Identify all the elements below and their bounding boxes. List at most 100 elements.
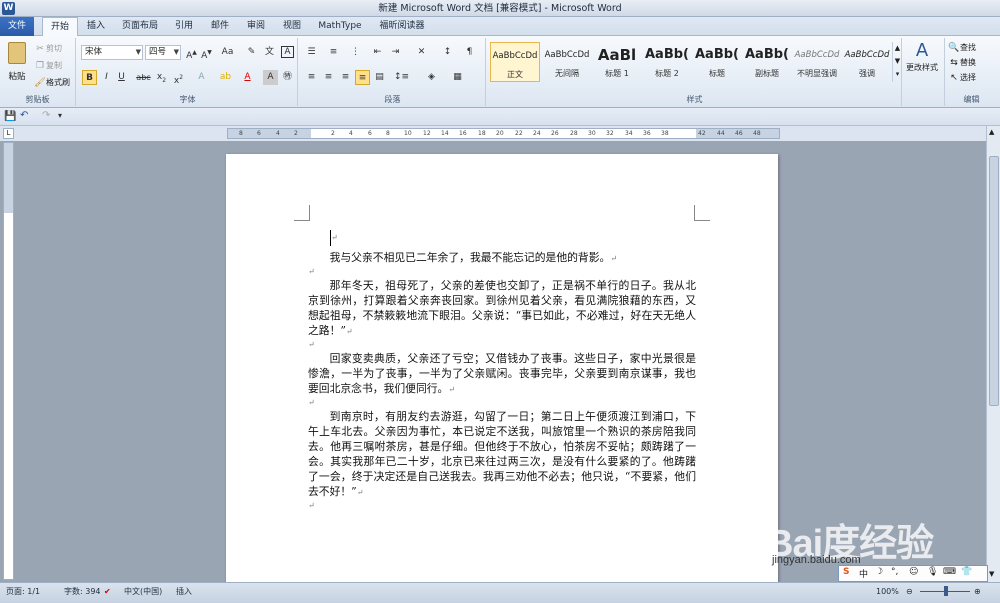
first-empty-line: ↵ [308, 230, 696, 250]
zoom-slider-thumb[interactable] [944, 586, 948, 596]
copy-button[interactable]: ❐ 复制 [34, 58, 62, 73]
tab-home[interactable]: 开始 [42, 17, 78, 37]
decrease-indent-icon[interactable]: ⇤ [370, 45, 385, 60]
find-button[interactable]: 🔍查找 [948, 40, 976, 55]
replace-button[interactable]: ⇆ 替换 [948, 55, 976, 70]
justify-icon[interactable]: ≡ [355, 70, 370, 85]
ime-toolbar[interactable]: S 中 ☽ °, ☺ 🎙 ⌨ 👕 [838, 565, 988, 582]
bullets-icon[interactable]: ☰ [304, 45, 319, 60]
empty-line: ↵ [308, 339, 696, 351]
ime-chinese-icon[interactable]: 中 [859, 567, 868, 580]
scroll-down-icon[interactable]: ▼ [989, 570, 994, 578]
tab-file[interactable]: 文件 [0, 17, 34, 36]
status-insert-mode[interactable]: 插入 [176, 583, 192, 600]
align-right-icon[interactable]: ≡ [338, 70, 353, 85]
font-size-combo[interactable]: 四号 ▼ [145, 45, 181, 60]
vertical-scrollbar[interactable]: ▲ ▼ [986, 126, 1000, 582]
ime-mic-icon[interactable]: 🎙 [927, 567, 938, 577]
phonetic-guide-icon[interactable]: 文 [262, 45, 277, 60]
style-subtle-emphasis[interactable]: AaBbCcDd 不明显强调 [792, 42, 842, 82]
document-page[interactable]: ↵ 我与父亲不相见已二年余了，我最不能忘记的是他的背影。↵ ↵ 那年冬天，祖母死… [226, 154, 778, 594]
sogou-ime-icon[interactable]: S [843, 567, 849, 577]
document-body[interactable]: ↵ 我与父亲不相见已二年余了，我最不能忘记的是他的背影。↵ ↵ 那年冬天，祖母死… [308, 230, 696, 512]
undo-icon[interactable]: ↶ [20, 110, 28, 121]
distributed-icon[interactable]: ▤ [372, 70, 387, 85]
subscript-button[interactable]: x2 [154, 70, 169, 85]
status-word-count[interactable]: 字数: 394 [64, 583, 101, 600]
numbering-icon[interactable]: ≡ [326, 45, 341, 60]
tab-references[interactable]: 引用 [170, 17, 198, 36]
char-border-icon[interactable]: A [280, 45, 295, 60]
chinese-layout-icon[interactable]: ✕ [414, 45, 429, 60]
status-page[interactable]: 页面: 1/1 [6, 583, 40, 600]
styles-scroll[interactable]: ▲ ▼ ▾ [892, 42, 902, 82]
superscript-button[interactable]: x2 [171, 70, 186, 86]
spelling-check-icon[interactable]: ✔ [104, 583, 111, 600]
borders-icon[interactable]: ▦ [450, 70, 465, 85]
redo-icon[interactable]: ↷ [42, 110, 50, 121]
ruler-tick-label: 30 [588, 130, 596, 137]
tab-mathtype[interactable]: MathType [314, 17, 366, 36]
tab-review[interactable]: 审阅 [242, 17, 270, 36]
cut-button[interactable]: ✂ 剪切 [34, 41, 62, 56]
ime-emoji-icon[interactable]: ☺ [909, 567, 918, 577]
style-heading-1[interactable]: AaBl 标题 1 [592, 42, 642, 82]
strikethrough-button[interactable]: abc [136, 70, 151, 85]
change-case-icon[interactable]: Aa [220, 45, 235, 60]
align-center-icon[interactable]: ≡ [321, 70, 336, 85]
scroll-up-icon[interactable]: ▲ [989, 128, 994, 136]
ruler-tick-label: 44 [717, 130, 725, 137]
format-painter-button[interactable]: 🖌格式刷 [34, 75, 70, 90]
zoom-out-icon[interactable]: ⊖ [906, 583, 913, 600]
change-styles-button[interactable]: A 更改样式 [903, 40, 941, 90]
style-no-spacing[interactable]: AaBbCcDd 无间隔 [542, 42, 592, 82]
line-spacing-icon[interactable]: ↕≡ [394, 70, 409, 85]
style-heading-2[interactable]: AaBb(标题 2 [642, 42, 692, 82]
tab-page-layout[interactable]: 页面布局 [118, 17, 162, 36]
underline-button[interactable]: U [114, 70, 129, 85]
sort-icon[interactable]: ↕ [440, 45, 455, 60]
ime-moon-icon[interactable]: ☽ [875, 567, 883, 577]
ruler-area: L 8 6 4 2 2 4 6 8 10 12 14 16 18 20 22 24 26 28 30 32 34 36 38… [0, 126, 1000, 141]
zoom-in-icon[interactable]: ⊕ [974, 583, 981, 600]
multilevel-list-icon[interactable]: ⋮ [348, 45, 363, 60]
tab-selector-icon[interactable]: L [3, 128, 14, 139]
shading-icon[interactable]: ◈ [424, 70, 439, 85]
italic-button[interactable]: I [99, 70, 114, 85]
style-subtitle[interactable]: AaBb(副标题 [742, 42, 792, 82]
bold-button[interactable]: B [82, 70, 97, 85]
text-effects-icon[interactable]: A [194, 70, 209, 85]
increase-indent-icon[interactable]: ⇥ [388, 45, 403, 60]
select-button[interactable]: ↖ 选择 [948, 70, 976, 85]
customize-qat-icon[interactable]: ▾ [58, 111, 62, 120]
tab-foxit-reader[interactable]: 福昕阅读器 [374, 17, 430, 36]
tab-insert[interactable]: 插入 [82, 17, 110, 36]
vertical-ruler[interactable] [3, 142, 14, 580]
font-name-combo[interactable]: 宋体 ▼ [81, 45, 143, 60]
ruler-tick-label: 32 [606, 130, 614, 137]
ime-shirt-icon[interactable]: 👕 [961, 567, 972, 577]
show-marks-icon[interactable]: ¶ [462, 45, 477, 60]
ime-keyboard-icon[interactable]: ⌨ [943, 567, 956, 577]
status-zoom-level[interactable]: 100% [876, 583, 899, 600]
scrollbar-thumb[interactable] [989, 156, 999, 406]
style-normal[interactable]: AaBbCcDd 正文 [490, 42, 540, 82]
clear-format-icon[interactable]: ✎ [244, 45, 259, 60]
style-title[interactable]: AaBb(标题 [692, 42, 742, 82]
tab-mailings[interactable]: 邮件 [206, 17, 234, 36]
char-shading-icon[interactable]: A [263, 70, 278, 85]
horizontal-ruler[interactable]: 8 6 4 2 2 4 6 8 10 12 14 16 18 20 22 24 26 28 30 32 34 36 38 42… [227, 128, 780, 139]
tab-view[interactable]: 视图 [278, 17, 306, 36]
style-emphasis[interactable]: AaBbCcDd 强调 [842, 42, 892, 82]
font-color-icon[interactable]: A [240, 70, 255, 85]
status-language[interactable]: 中文(中国) [124, 583, 162, 600]
shrink-font-icon[interactable]: A▼ [199, 45, 214, 61]
save-icon[interactable]: 💾 [4, 111, 16, 122]
enclose-char-icon[interactable]: ㊕ [280, 70, 295, 85]
grow-font-icon[interactable]: A▲ [184, 45, 199, 61]
paste-button[interactable]: 粘贴 [4, 42, 30, 86]
ime-punct-icon[interactable]: °, [891, 567, 898, 577]
highlight-icon[interactable]: ab [218, 70, 233, 85]
align-left-icon[interactable]: ≡ [304, 70, 319, 85]
binoculars-icon: 🔍 [948, 42, 960, 53]
